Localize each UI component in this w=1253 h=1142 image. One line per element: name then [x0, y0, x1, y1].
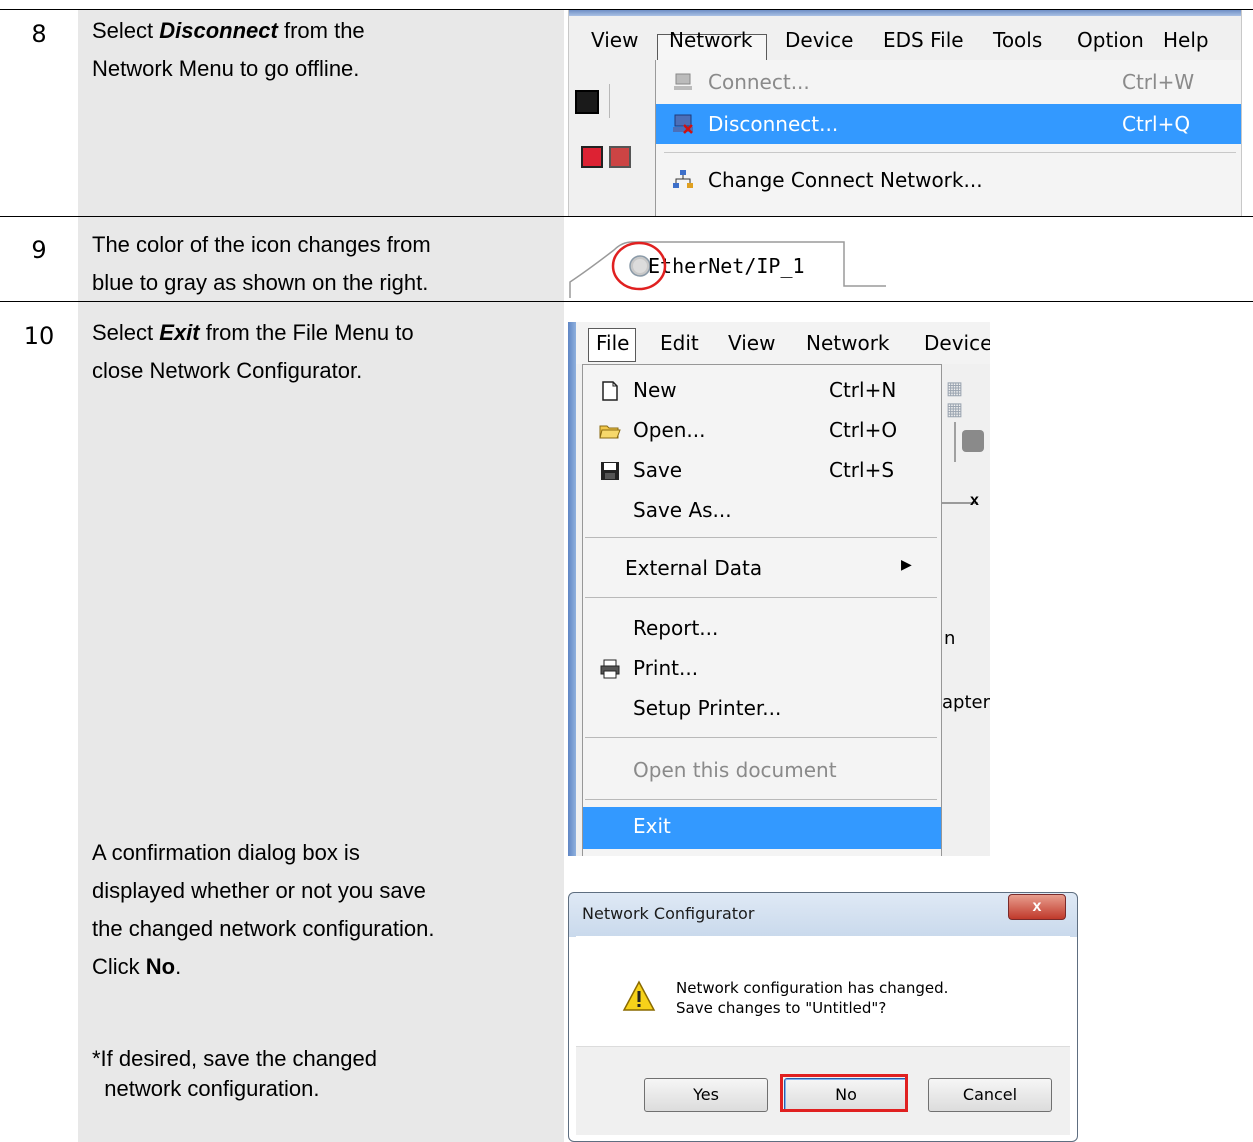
step-number: 9	[31, 236, 47, 264]
step-10-confirmation-text: A confirmation dialog box is displayed w…	[92, 840, 435, 979]
menu-eds-file[interactable]: EDS File	[883, 28, 964, 52]
row-divider	[0, 216, 1253, 217]
toolbar-separator	[954, 422, 956, 462]
background-text: n	[944, 628, 956, 649]
connect-icon	[674, 73, 692, 90]
menu-tools[interactable]: Tools	[993, 28, 1042, 52]
menu-item-save-as[interactable]: Save As...	[583, 491, 941, 531]
toolbar-fragment-icon	[962, 430, 984, 452]
menu-view[interactable]: View	[591, 28, 638, 52]
menu-edit[interactable]: Edit	[660, 331, 699, 355]
dialog-title: Network Configurator	[582, 904, 755, 923]
file-dropdown: New Ctrl+N Open... Ctrl+O Save Ctrl+S Sa…	[582, 364, 942, 856]
network-tab-screenshot: EtherNet/IP_1	[568, 232, 888, 298]
toolbar-separator	[609, 84, 610, 118]
yes-button[interactable]: Yes	[644, 1078, 768, 1112]
close-button[interactable]: x	[1008, 894, 1066, 920]
disconnect-icon	[673, 114, 693, 134]
close-icon[interactable]: x	[970, 492, 979, 510]
menu-file[interactable]: File	[596, 331, 629, 355]
menu-separator	[585, 799, 937, 800]
save-confirmation-dialog: Network Configurator x Network configura…	[568, 892, 1078, 1142]
menu-item-report[interactable]: Report...	[583, 609, 941, 649]
step-number: 10	[23, 322, 55, 350]
background-text: apter	[942, 692, 990, 713]
printer-icon	[600, 659, 620, 679]
menu-help[interactable]: Help	[1163, 28, 1209, 52]
menu-network[interactable]: Network	[669, 28, 753, 52]
open-folder-icon	[599, 425, 621, 439]
save-icon	[601, 462, 619, 480]
step-10-instruction: Select Exit from the File Menu to close …	[92, 320, 414, 383]
menu-item-external-data[interactable]: External Data ▶	[583, 549, 941, 589]
menu-item-connect[interactable]: Connect... Ctrl+W	[656, 62, 1241, 102]
warning-icon	[622, 980, 656, 1011]
window-title-strip	[569, 10, 1241, 16]
new-file-icon	[602, 381, 618, 401]
step-10-text-panel	[78, 302, 564, 1142]
menu-item-exit[interactable]: Exit	[583, 807, 941, 849]
save-icon[interactable]	[575, 90, 599, 114]
red-circle-annotation	[611, 241, 667, 291]
network-dropdown: Connect... Ctrl+W Disconnect... Ctrl+Q C…	[655, 60, 1241, 216]
step-number: 8	[31, 20, 47, 48]
menu-view[interactable]: View	[728, 331, 775, 355]
menu-device[interactable]: Device	[785, 28, 853, 52]
menu-separator	[585, 737, 937, 738]
menu-separator	[585, 597, 937, 598]
step-9-instruction: The color of the icon changes from blue …	[92, 232, 431, 295]
menu-item-print[interactable]: Print...	[583, 649, 941, 689]
menu-separator	[664, 152, 1236, 153]
network-tree-icon	[673, 170, 693, 188]
window-edge	[568, 322, 576, 856]
download-icon[interactable]	[609, 146, 631, 168]
file-menu-screenshot: File Edit View Network Device ▦ ▦ x n ap…	[568, 322, 990, 856]
tab-label[interactable]: EtherNet/IP_1	[648, 254, 805, 278]
dialog-message: Network configuration has changed. Save …	[676, 979, 949, 1017]
cancel-button[interactable]: Cancel	[928, 1078, 1052, 1112]
menu-bar: File Edit View Network Device	[576, 322, 990, 364]
step-10-note: *If desired, save the changed network co…	[92, 1046, 377, 1101]
menu-item-change-connect-network[interactable]: Change Connect Network...	[656, 160, 1241, 200]
menu-separator	[585, 537, 937, 538]
menu-item-setup-printer[interactable]: Setup Printer...	[583, 689, 941, 729]
submenu-arrow-icon: ▶	[901, 557, 912, 573]
menu-device[interactable]: Device	[924, 331, 990, 355]
network-menu-screenshot: View Network Device EDS File Tools Optio…	[568, 10, 1242, 216]
menu-item-new[interactable]: New Ctrl+N	[583, 371, 941, 411]
menu-item-disconnect[interactable]: Disconnect... Ctrl+Q	[656, 104, 1241, 144]
toolbar-fragment-icons: ▦ ▦	[946, 378, 964, 419]
menu-option[interactable]: Option	[1077, 28, 1144, 52]
upload-icon[interactable]	[581, 146, 603, 168]
menu-network[interactable]: Network	[806, 331, 890, 355]
menu-bar: View Network Device EDS File Tools Optio…	[569, 18, 1241, 70]
menu-item-open[interactable]: Open... Ctrl+O	[583, 411, 941, 451]
menu-item-save[interactable]: Save Ctrl+S	[583, 451, 941, 491]
red-highlight-annotation	[780, 1074, 908, 1112]
menu-item-open-this-document[interactable]: Open this document	[583, 751, 941, 791]
step-8-instruction: Select Disconnect from the Network Menu …	[92, 18, 365, 81]
